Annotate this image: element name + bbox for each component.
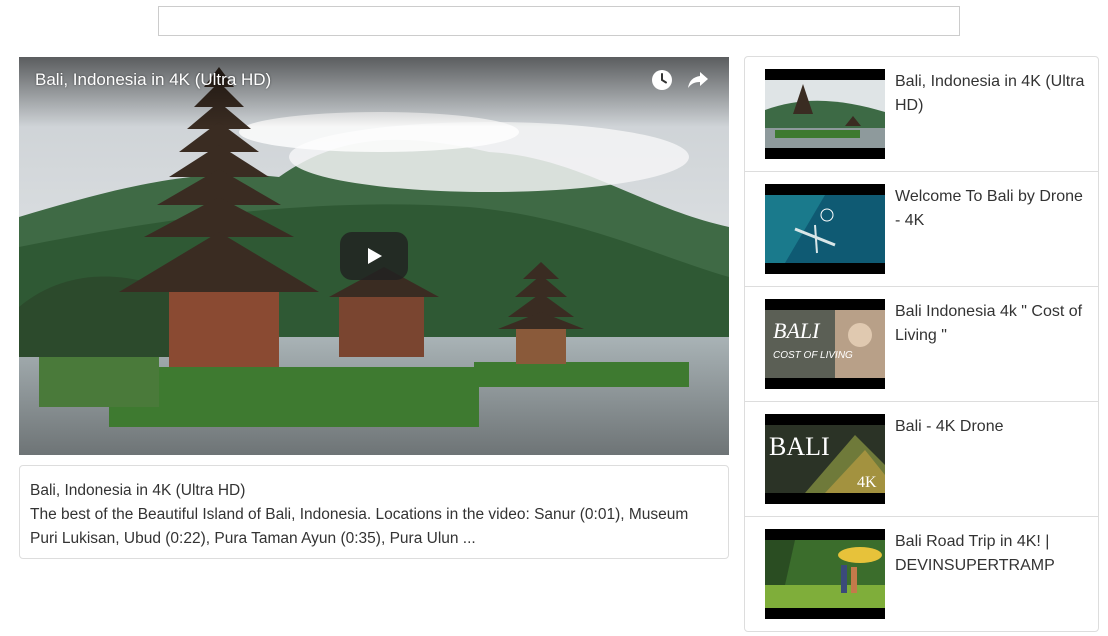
thumbnail-caption: COST OF LIVING	[773, 350, 853, 361]
video-thumbnail[interactable]: BALI COST OF LIVING	[765, 299, 885, 389]
thumbnail-caption: BALI	[773, 318, 821, 343]
playlist-item[interactable]: Bali Road Trip in 4K! | DEVINSUPERTRAMP	[745, 517, 1098, 631]
video-description-panel: Bali, Indonesia in 4K (Ultra HD) The bes…	[19, 465, 729, 559]
video-title[interactable]: Bali, Indonesia in 4K (Ultra HD)	[35, 70, 271, 90]
playlist-item[interactable]: Welcome To Bali by Drone - 4K	[745, 172, 1098, 287]
thumbnail-caption: BALI	[769, 432, 830, 461]
search-input[interactable]	[158, 6, 960, 36]
video-player[interactable]: Bali, Indonesia in 4K (Ultra HD)	[19, 57, 729, 455]
playlist-item[interactable]: BALI COST OF LIVING Bali Indonesia 4k " …	[745, 287, 1098, 402]
playlist: Bali, Indonesia in 4K (Ultra HD) Welcome…	[744, 56, 1099, 632]
playlist-item[interactable]: Bali, Indonesia in 4K (Ultra HD)	[745, 57, 1098, 172]
thumbnail-caption: 4K	[857, 474, 877, 491]
description-title: Bali, Indonesia in 4K (Ultra HD)	[30, 482, 246, 499]
playlist-item-title[interactable]: Welcome To Bali by Drone - 4K	[895, 185, 1085, 233]
playlist-item-title[interactable]: Bali, Indonesia in 4K (Ultra HD)	[895, 70, 1085, 118]
video-thumbnail[interactable]	[765, 529, 885, 619]
share-icon[interactable]	[686, 68, 710, 92]
title-overlay	[19, 57, 729, 127]
playlist-item-title[interactable]: Bali Indonesia 4k " Cost of Living "	[895, 300, 1085, 348]
playlist-item[interactable]: BALI 4K Bali - 4K Drone	[745, 402, 1098, 517]
clock-icon[interactable]	[650, 68, 674, 92]
description-text: The best of the Beautiful Island of Bali…	[30, 506, 689, 547]
video-thumbnail[interactable]	[765, 69, 885, 159]
playlist-item-title[interactable]: Bali - 4K Drone	[895, 415, 1085, 439]
play-icon	[368, 248, 382, 264]
play-button[interactable]	[340, 232, 408, 280]
video-thumbnail[interactable]: BALI 4K	[765, 414, 885, 504]
video-thumbnail[interactable]	[765, 184, 885, 274]
playlist-item-title[interactable]: Bali Road Trip in 4K! | DEVINSUPERTRAMP	[895, 530, 1085, 578]
